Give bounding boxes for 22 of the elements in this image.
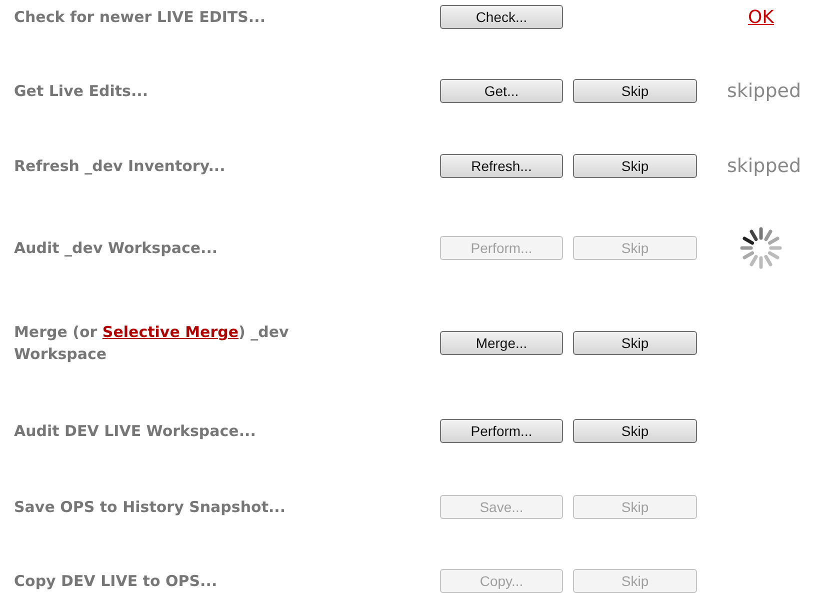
action-button[interactable]: Get... <box>440 79 563 103</box>
action-button[interactable]: Skip <box>573 154 697 178</box>
action-button[interactable]: Skip <box>573 419 697 443</box>
action-button[interactable]: Refresh... <box>440 154 563 178</box>
action-button[interactable]: Skip <box>573 331 697 355</box>
step-label: Copy DEV LIVE to OPS... <box>14 571 218 592</box>
status-text: skipped <box>726 78 802 104</box>
action-button[interactable]: Merge... <box>440 331 563 355</box>
loading-spinner-icon <box>739 226 783 270</box>
step-label: Check for newer LIVE EDITS... <box>14 7 267 28</box>
ok-link[interactable]: OK <box>748 4 774 30</box>
selective-merge-link[interactable]: Selective Merge <box>102 323 238 341</box>
step-label: Save OPS to History Snapshot... <box>14 497 287 518</box>
action-button[interactable]: Check... <box>440 5 563 29</box>
action-button[interactable]: Skip <box>573 79 697 103</box>
step-label: Refresh _dev Inventory... <box>14 156 226 177</box>
step-label: Audit _dev Workspace... <box>14 238 219 259</box>
step-label: Audit DEV LIVE Workspace... <box>14 421 257 442</box>
step-label: Get Live Edits... <box>14 81 150 102</box>
action-button[interactable]: Perform... <box>440 419 563 443</box>
status-text: skipped <box>726 154 802 179</box>
step-label: Merge (or Selective Merge) _dev Workspace <box>14 322 290 365</box>
